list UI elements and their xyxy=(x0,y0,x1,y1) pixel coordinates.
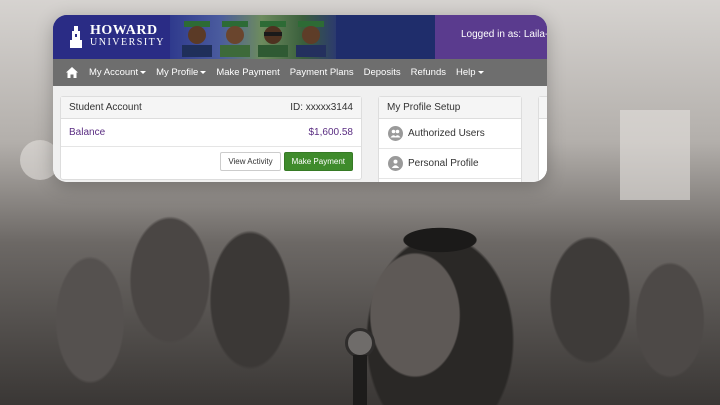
account-actions: View Activity Make Payment xyxy=(61,147,361,171)
microphone-image xyxy=(345,328,375,358)
logo[interactable]: HOWARD UNIVERSITY xyxy=(53,15,170,59)
panel-title: Student Account xyxy=(69,102,142,113)
nav-label: Payment Plans xyxy=(289,67,354,78)
graduate-figure-icon xyxy=(182,21,212,57)
panel-title: My Profile Setup xyxy=(387,102,461,113)
profile-setup-panel: My Profile Setup Authorized Users Person… xyxy=(378,96,522,182)
panel-header: Student Account ID: xxxxx3144 xyxy=(61,97,361,119)
student-account-panel: Student Account ID: xxxxx3144 Balance $1… xyxy=(60,96,362,180)
nav-label: Help xyxy=(455,67,476,78)
microphone-handle-image xyxy=(353,355,367,405)
nav-label: Deposits xyxy=(363,67,401,78)
graduate-figure-icon xyxy=(220,21,250,57)
caret-down-icon xyxy=(140,71,147,74)
users-icon xyxy=(388,126,403,141)
main-navbar: My Account My Profile Make Payment Payme… xyxy=(53,59,547,86)
nav-refunds[interactable]: Refunds xyxy=(411,67,446,78)
graduate-figure-icon xyxy=(258,21,288,57)
header-spacer xyxy=(336,15,435,59)
graduate-figure-icon xyxy=(296,21,326,57)
panel-header: My Profile Setup xyxy=(379,97,521,119)
balance-label: Balance xyxy=(69,127,106,138)
nav-label: Make Payment xyxy=(216,67,280,78)
caret-down-icon xyxy=(200,71,207,74)
app-window: HOWARD UNIVERSITY Logged in as: Laila My… xyxy=(53,15,547,182)
profile-item-label: Personal Profile xyxy=(408,158,479,169)
dashboard-content: Student Account ID: xxxxx3144 Balance $1… xyxy=(53,86,547,182)
tower-logo-icon xyxy=(70,26,82,48)
graduates-banner-image xyxy=(170,15,336,59)
caret-down-icon xyxy=(477,71,484,74)
logo-text: HOWARD UNIVERSITY xyxy=(90,23,165,49)
personal-profile-item[interactable]: Personal Profile xyxy=(379,149,521,179)
nav-make-payment[interactable]: Make Payment xyxy=(216,67,279,78)
nav-payment-plans[interactable]: Payment Plans xyxy=(290,67,354,78)
account-id: ID: xxxxx3144 xyxy=(290,102,353,113)
balance-row: Balance $1,600.58 xyxy=(61,119,361,147)
panel-header xyxy=(539,97,547,119)
view-activity-button[interactable]: View Activity xyxy=(220,152,281,171)
nav-label: My Profile xyxy=(156,67,199,78)
logged-in-status: Logged in as: Laila-Ca xyxy=(435,15,547,59)
nav-help[interactable]: Help xyxy=(456,67,484,78)
user-icon xyxy=(388,156,403,171)
nav-label: Refunds xyxy=(410,67,446,78)
authorized-users-item[interactable]: Authorized Users xyxy=(379,119,521,149)
home-icon[interactable] xyxy=(66,67,78,78)
nav-my-account[interactable]: My Account xyxy=(89,67,147,78)
logo-line2: UNIVERSITY xyxy=(90,37,165,48)
nav-deposits[interactable]: Deposits xyxy=(364,67,401,78)
nav-my-profile[interactable]: My Profile xyxy=(156,67,207,78)
profile-item-label: Authorized Users xyxy=(408,128,485,139)
nav-label: My Account xyxy=(89,67,139,78)
make-payment-button[interactable]: Make Payment xyxy=(283,152,353,171)
balance-value: $1,600.58 xyxy=(308,127,354,138)
site-header: HOWARD UNIVERSITY Logged in as: Laila xyxy=(53,15,547,59)
background-window xyxy=(620,110,690,200)
logo-line1: HOWARD xyxy=(90,23,158,38)
partial-panel xyxy=(538,96,547,182)
